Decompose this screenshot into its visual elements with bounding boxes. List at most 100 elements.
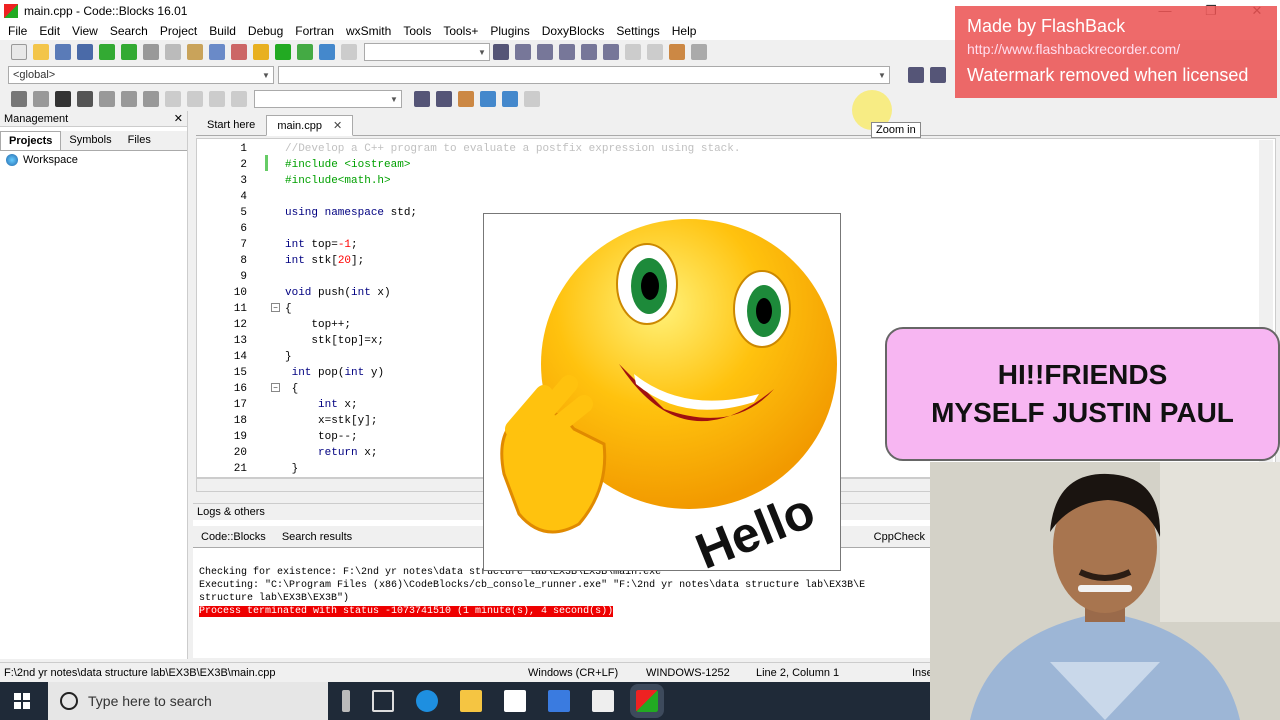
- line-number: 7: [240, 239, 247, 251]
- replace-icon[interactable]: [231, 44, 247, 60]
- edge-icon[interactable]: [416, 690, 438, 712]
- menu-edit[interactable]: Edit: [33, 24, 66, 38]
- step-out-icon[interactable]: [581, 44, 597, 60]
- workspace-node[interactable]: Workspace: [0, 151, 187, 169]
- presenter-photo: [930, 462, 1280, 720]
- redo-icon[interactable]: [121, 44, 137, 60]
- magic-icon[interactable]: [524, 91, 540, 107]
- select-icon[interactable]: [480, 91, 496, 107]
- tab-projects[interactable]: Projects: [0, 131, 62, 150]
- various-info-icon[interactable]: [691, 44, 707, 60]
- menu-build[interactable]: Build: [203, 24, 242, 38]
- menu-tools-plus[interactable]: Tools+: [437, 24, 484, 38]
- macro-icon[interactable]: [99, 91, 115, 107]
- menu-plugins[interactable]: Plugins: [484, 24, 535, 38]
- menu-help[interactable]: Help: [666, 24, 703, 38]
- save-all-icon[interactable]: [77, 44, 93, 60]
- wrench-icon[interactable]: [143, 91, 159, 107]
- highlight-icon[interactable]: [458, 91, 474, 107]
- undo-icon[interactable]: [99, 44, 115, 60]
- open-icon[interactable]: [33, 44, 49, 60]
- regex-icon[interactable]: [502, 91, 518, 107]
- next-instruction-icon[interactable]: [603, 44, 619, 60]
- rebuild-icon[interactable]: [319, 44, 335, 60]
- play-icon[interactable]: [209, 91, 225, 107]
- new-file-icon[interactable]: [11, 44, 27, 60]
- menu-settings[interactable]: Settings: [610, 24, 665, 38]
- record-icon[interactable]: [187, 91, 203, 107]
- code-line: top++;: [285, 319, 352, 331]
- build-run-icon[interactable]: [297, 44, 313, 60]
- menu-view[interactable]: View: [66, 24, 104, 38]
- tab-files[interactable]: Files: [120, 131, 159, 150]
- function-combo[interactable]: ▼: [278, 66, 890, 84]
- dropbox-icon[interactable]: [548, 690, 570, 712]
- help-icon[interactable]: [121, 91, 137, 107]
- line-number: 2: [240, 159, 247, 171]
- debug-windows-icon[interactable]: [669, 44, 685, 60]
- step-into-icon[interactable]: [559, 44, 575, 60]
- log-tab-codeblocks[interactable]: Code::Blocks: [193, 529, 274, 545]
- jump-forward-icon[interactable]: [930, 67, 946, 83]
- log-tab-search-results[interactable]: Search results: [274, 529, 360, 545]
- menu-tools[interactable]: Tools: [397, 24, 437, 38]
- paste-icon[interactable]: [187, 44, 203, 60]
- copy-icon[interactable]: [165, 44, 181, 60]
- prev-icon[interactable]: [414, 91, 430, 107]
- back-icon[interactable]: [165, 91, 181, 107]
- run-to-cursor-icon[interactable]: [515, 44, 531, 60]
- task-view-icon[interactable]: [372, 690, 394, 712]
- doxy-comment-icon[interactable]: [55, 91, 71, 107]
- debug-icon[interactable]: [493, 44, 509, 60]
- next-icon[interactable]: [436, 91, 452, 107]
- line-gutter: 1 2 3 4 5 6 7 8 9 10 11 12 13 14 15 16 17 18 19 20 21: [197, 139, 267, 477]
- search-combo[interactable]: ▼: [254, 90, 402, 108]
- fold-toggle[interactable]: −: [271, 303, 280, 312]
- find-icon[interactable]: [209, 44, 225, 60]
- build-icon[interactable]: [253, 44, 269, 60]
- stop-icon[interactable]: [231, 91, 247, 107]
- mail-icon[interactable]: [592, 690, 614, 712]
- tab-close-icon[interactable]: ✕: [333, 120, 342, 132]
- jump-back-icon[interactable]: [908, 67, 924, 83]
- status-path: F:\2nd yr notes\data structure lab\EX3B\…: [4, 667, 276, 679]
- menu-search[interactable]: Search: [104, 24, 154, 38]
- menu-debug[interactable]: Debug: [242, 24, 289, 38]
- run-icon[interactable]: [275, 44, 291, 60]
- doxy-extract-icon[interactable]: [77, 91, 93, 107]
- windows-start-icon[interactable]: [14, 693, 30, 709]
- menu-fortran[interactable]: Fortran: [289, 24, 340, 38]
- tab-start-here[interactable]: Start here: [196, 115, 266, 135]
- menu-file[interactable]: File: [2, 24, 33, 38]
- line-number: 21: [233, 463, 247, 475]
- status-position: Line 2, Column 1: [756, 667, 840, 679]
- comment-icon[interactable]: [11, 91, 27, 107]
- fold-toggle[interactable]: −: [271, 383, 280, 392]
- log-tab-cppcheck[interactable]: CppCheck: [866, 529, 933, 545]
- save-icon[interactable]: [55, 44, 71, 60]
- modified-marker: [265, 155, 268, 171]
- management-close-icon[interactable]: ✕: [174, 112, 183, 125]
- next-line-icon[interactable]: [537, 44, 553, 60]
- menu-wxsmith[interactable]: wxSmith: [340, 24, 397, 38]
- uncomment-icon[interactable]: [33, 91, 49, 107]
- menu-doxyblocks[interactable]: DoxyBlocks: [536, 24, 611, 38]
- taskbar-search[interactable]: Type here to search: [48, 682, 328, 720]
- scope-combo[interactable]: <global> ▼: [8, 66, 274, 84]
- menu-project[interactable]: Project: [154, 24, 203, 38]
- stop-debug-icon[interactable]: [647, 44, 663, 60]
- tab-symbols[interactable]: Symbols: [61, 131, 119, 150]
- file-explorer-icon[interactable]: [460, 690, 482, 712]
- store-icon[interactable]: [504, 690, 526, 712]
- status-eol: Windows (CR+LF): [528, 667, 619, 679]
- tab-main-cpp[interactable]: main.cpp ✕: [266, 115, 354, 136]
- pause-icon[interactable]: [625, 44, 641, 60]
- watermark-title: Made by FlashBack: [967, 16, 1126, 36]
- cut-icon[interactable]: [143, 44, 159, 60]
- build-target-combo[interactable]: ▼: [364, 43, 490, 61]
- abort-icon[interactable]: [341, 44, 357, 60]
- code-line: }: [285, 463, 299, 475]
- codeblocks-taskbar-icon[interactable]: [630, 684, 664, 718]
- speech-bubble: HI!!FRIENDS MYSELF JUSTIN PAUL: [885, 327, 1280, 461]
- microphone-icon[interactable]: [342, 690, 350, 712]
